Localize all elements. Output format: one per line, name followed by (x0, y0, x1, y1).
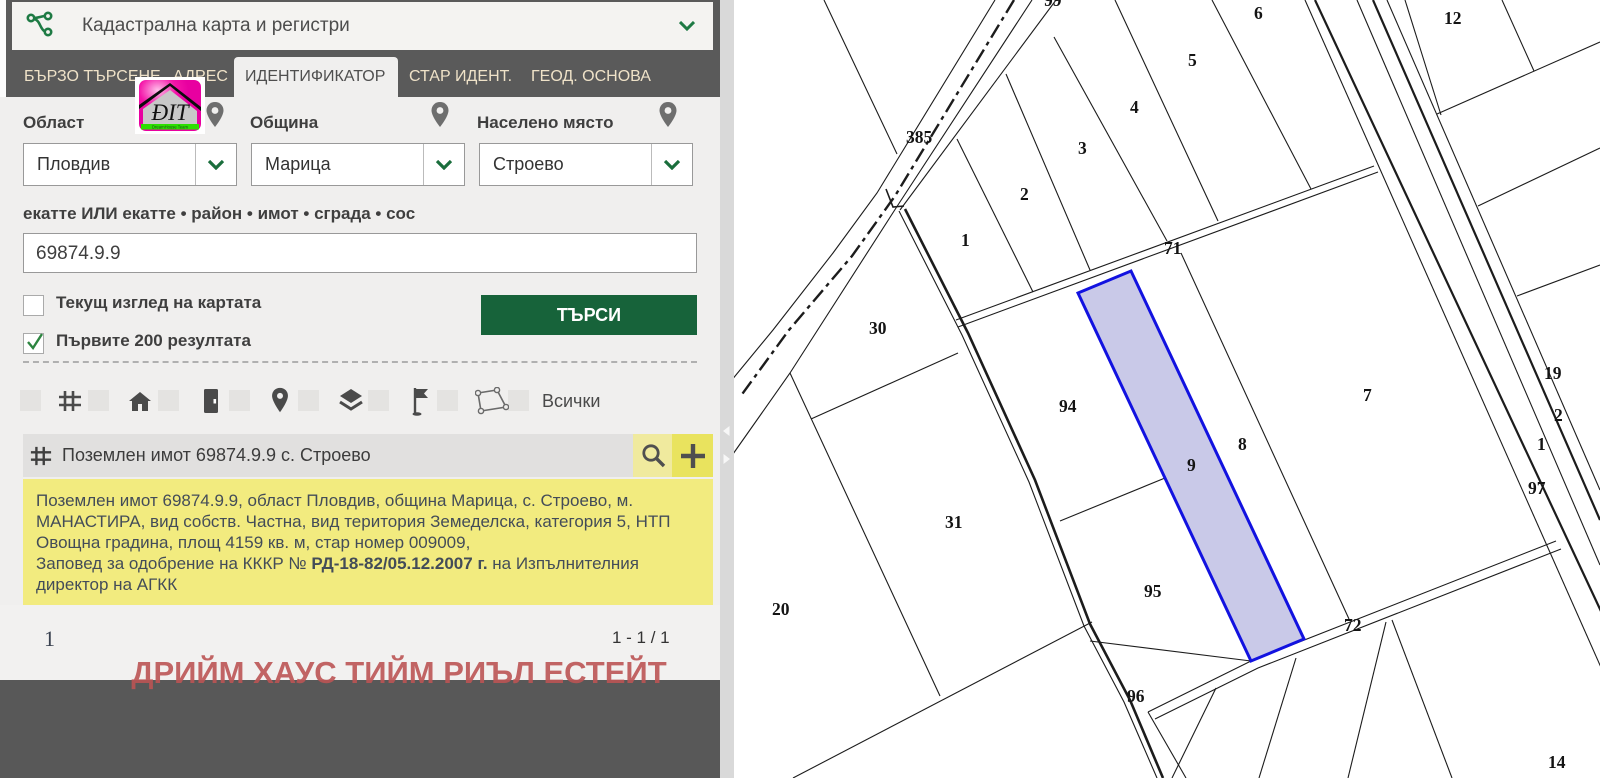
svg-text:2: 2 (1020, 184, 1029, 204)
svg-text:ƉIT: ƉIT (150, 100, 190, 125)
svg-text:6: 6 (1254, 3, 1263, 23)
svg-text:19: 19 (1544, 363, 1562, 383)
svg-text:31: 31 (945, 512, 963, 532)
svg-text:20: 20 (772, 599, 790, 619)
svg-text:1: 1 (1537, 434, 1546, 454)
svg-text:72: 72 (1344, 615, 1362, 635)
svg-text:2: 2 (1554, 405, 1563, 425)
svg-text:9: 9 (1187, 455, 1196, 475)
svg-text:97: 97 (1528, 478, 1546, 498)
svg-text:94: 94 (1059, 396, 1077, 416)
svg-text:5: 5 (1188, 50, 1197, 70)
svg-text:96: 96 (1127, 686, 1145, 706)
svg-text:30: 30 (869, 318, 887, 338)
svg-text:7: 7 (1363, 385, 1372, 405)
svg-text:12: 12 (1444, 8, 1462, 28)
svg-text:385: 385 (906, 127, 933, 147)
svg-text:99: 99 (1044, 0, 1062, 10)
svg-text:4: 4 (1130, 97, 1139, 117)
svg-text:1: 1 (961, 230, 970, 250)
svg-text:14: 14 (1548, 752, 1566, 772)
svg-text:DreamHouse Team: DreamHouse Team (152, 125, 189, 130)
svg-text:95: 95 (1144, 581, 1162, 601)
svg-text:3: 3 (1078, 138, 1087, 158)
svg-text:8: 8 (1238, 434, 1247, 454)
svg-text:71: 71 (1164, 238, 1182, 258)
